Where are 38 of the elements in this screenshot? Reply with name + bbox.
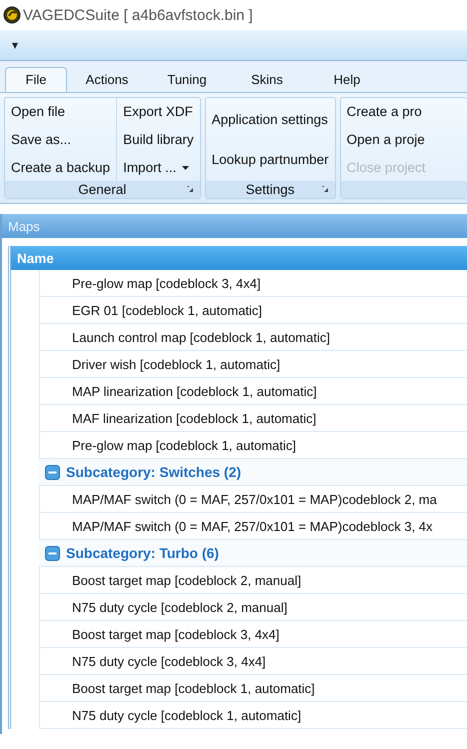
map-row[interactable]: Boost target map [codeblock 1, automatic] [39,675,467,702]
map-row[interactable]: Launch control map [codeblock 1, automatic] [39,324,467,351]
map-row[interactable]: Boost target map [codeblock 3, 4x4] [39,621,467,648]
ribbon-tab[interactable]: File [5,67,67,92]
map-row[interactable]: MAP/MAF switch (0 = MAF, 257/0x101 = MAP)codeblock 2, ma [39,486,467,513]
map-row[interactable]: Pre-glow map [codeblock 3, 4x4] [39,270,467,297]
ribbon-button[interactable]: Export XDF [117,100,200,123]
group-label: Settings [246,182,295,197]
ribbon-button[interactable]: Build library [117,128,200,151]
ribbon-button[interactable]: Open a proje [340,128,432,151]
map-row[interactable]: N75 duty cycle [codeblock 1, automatic] [39,702,467,729]
collapse-icon[interactable] [45,464,60,480]
customize-toolbar-button[interactable]: ▾ [8,38,22,52]
ribbon-tab[interactable]: Actions [67,67,147,92]
ribbon-tab[interactable]: Tuning [147,67,227,92]
ribbon-button[interactable]: Save as... [5,128,116,151]
map-row[interactable]: EGR 01 [codeblock 1, automatic] [39,297,467,324]
map-row[interactable]: Boost target map [codeblock 2, manual] [39,567,467,594]
map-row[interactable]: MAF linearization [codeblock 1, automatic] [39,405,467,432]
ribbon-button[interactable]: Create a pro [340,100,432,123]
app-logo-icon [3,6,21,24]
panel-title: Maps [8,218,40,234]
dialog-launcher-icon[interactable] [186,186,194,193]
collapse-icon[interactable] [45,546,60,560]
dialog-launcher-icon[interactable] [322,186,329,193]
ribbon-button[interactable]: Lookup partnumber [206,148,335,171]
group-label: General [78,182,126,197]
ribbon-button[interactable]: Application settings [206,108,335,132]
window-title: VAGEDCSuite [ a4b6avfstock.bin ] [23,6,253,24]
ribbon-button[interactable]: Open file [5,100,116,123]
map-row[interactable]: N75 duty cycle [codeblock 2, manual] [39,594,467,621]
ribbon-button[interactable]: Import ... [117,156,200,179]
map-row[interactable]: MAP linearization [codeblock 1, automatic] [39,378,467,405]
ribbon-tab[interactable]: Help [307,67,387,92]
ribbon-button[interactable]: Create a backup [5,156,116,179]
ribbon-tab[interactable]: Skins [227,67,307,92]
map-row[interactable]: N75 duty cycle [codeblock 3, 4x4] [39,648,467,675]
map-row[interactable]: Driver wish [codeblock 1, automatic] [39,351,467,378]
